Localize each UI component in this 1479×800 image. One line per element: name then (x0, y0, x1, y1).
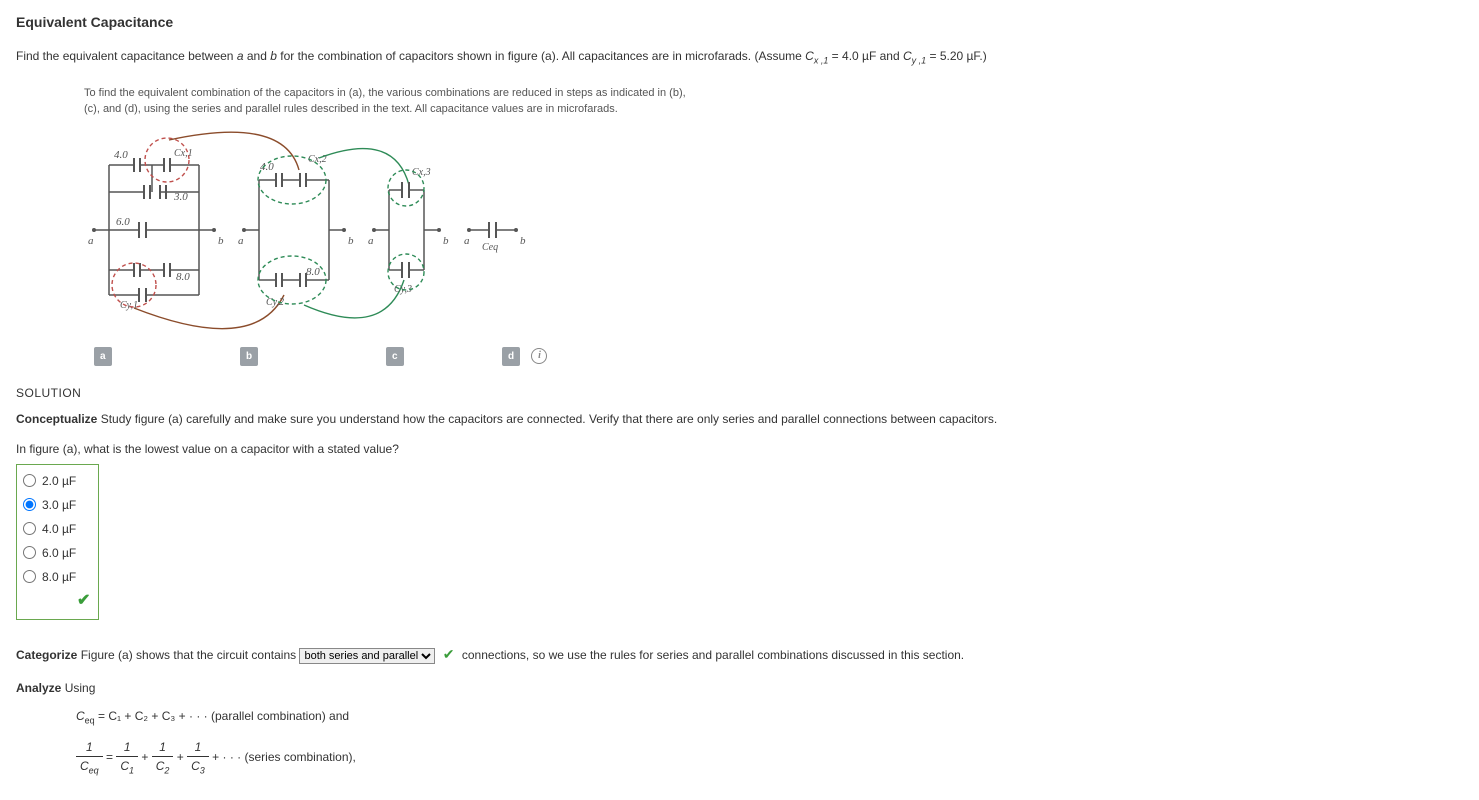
series-eq: 1Ceq = 1C1 + 1C2 + 1C3 + · · · (series c… (76, 738, 1463, 778)
option-1-label: 2.0 µF (42, 472, 76, 490)
conceptualize-label: Conceptualize (16, 412, 97, 426)
parallel-rhs: = C₁ + C₂ + C₃ + · · · (parallel combina… (95, 709, 349, 723)
figure-caption: To find the equivalent combination of th… (84, 86, 704, 118)
radio-3[interactable] (23, 522, 36, 535)
frac-1-c3: 1C3 (187, 738, 209, 778)
problem-lead: Find the equivalent capacitance between (16, 49, 237, 63)
term-a: a (237, 49, 244, 63)
check-icon: ✔ (21, 589, 90, 613)
option-4[interactable]: 6.0 µF (21, 541, 90, 565)
cap-6: 6.0 (116, 216, 130, 228)
parallel-eq: Ceq = C₁ + C₂ + C₃ + · · · (parallel com… (76, 707, 1463, 728)
page-title: Equivalent Capacitance (16, 12, 1463, 33)
radio-group: 2.0 µF 3.0 µF 4.0 µF 6.0 µF 8.0 µF ✔ (16, 464, 99, 620)
cy-sym: C (903, 49, 912, 63)
cap-ceq: Ceq (482, 242, 498, 253)
ceq-sub: eq (85, 715, 95, 725)
cy-sub: y ,1 (912, 55, 927, 65)
option-5-label: 8.0 µF (42, 568, 76, 586)
solution-head: SOLUTION (16, 384, 1463, 402)
option-1[interactable]: 2.0 µF (21, 469, 90, 493)
cap-4a: 4.0 (114, 149, 128, 161)
radio-2[interactable] (23, 498, 36, 511)
cap-8b: 8.0 (306, 266, 320, 278)
categorize-select[interactable]: both series and parallel (299, 648, 435, 664)
cx-val: = 4.0 µF and (828, 49, 903, 63)
option-4-label: 6.0 µF (42, 544, 76, 562)
categorize-line: Categorize Figure (a) shows that the cir… (16, 644, 1463, 665)
conceptualize-line: Conceptualize Study figure (a) carefully… (16, 410, 1463, 428)
figure-diagram: a b 4.0 (84, 130, 544, 340)
option-3[interactable]: 4.0 µF (21, 517, 90, 541)
problem-statement: Find the equivalent capacitance between … (16, 47, 1463, 68)
svg-text:a: a (238, 235, 244, 247)
question-1: In figure (a), what is the lowest value … (16, 440, 1463, 458)
figure-block: To find the equivalent combination of th… (84, 86, 704, 366)
problem-mid1: and (244, 49, 271, 63)
figure-label-row: a b c d i (84, 346, 704, 366)
conceptualize-text: Study figure (a) carefully and make sure… (97, 412, 997, 426)
fig-label-c: c (386, 347, 404, 366)
info-icon[interactable]: i (531, 348, 547, 364)
option-5[interactable]: 8.0 µF (21, 565, 90, 589)
fig-label-d: d (502, 347, 520, 366)
check-icon-inline: ✔ (443, 646, 455, 662)
option-3-label: 4.0 µF (42, 520, 76, 538)
term-a-label: a (88, 235, 94, 247)
cap-4b: 4.0 (260, 161, 274, 173)
option-2[interactable]: 3.0 µF (21, 493, 90, 517)
svg-text:b: b (520, 235, 526, 247)
cx-sym: C (805, 49, 814, 63)
analyze-line: Analyze Using (16, 679, 1463, 697)
fig-label-a: a (94, 347, 112, 366)
cap-cy1: Cy,1 (120, 300, 138, 311)
cy-val: = 5.20 µF.) (926, 49, 987, 63)
analyze-using: Using (61, 681, 95, 695)
cap-cx1: Cx,1 (174, 148, 193, 159)
option-2-label: 3.0 µF (42, 496, 76, 514)
svg-text:b: b (348, 235, 354, 247)
problem-mid2: for the combination of capacitors shown … (277, 49, 805, 63)
svg-text:a: a (368, 235, 374, 247)
fig-label-b: b (240, 347, 258, 366)
series-tail: + · · · (series combination), (212, 750, 356, 764)
radio-5[interactable] (23, 570, 36, 583)
svg-text:a: a (464, 235, 470, 247)
categorize-pre: Figure (a) shows that the circuit contai… (77, 648, 299, 662)
term-b: b (270, 49, 277, 63)
svg-text:b: b (443, 235, 449, 247)
frac-1-c1: 1C1 (116, 738, 138, 778)
cap-8: 8.0 (176, 271, 190, 283)
analyze-label: Analyze (16, 681, 61, 695)
categorize-label: Categorize (16, 648, 77, 662)
ceq-sym: C (76, 709, 85, 723)
radio-4[interactable] (23, 546, 36, 559)
equation-block: Ceq = C₁ + C₂ + C₃ + · · · (parallel com… (76, 707, 1463, 778)
term-b-label: b (218, 235, 224, 247)
frac-1-ceq: 1Ceq (76, 738, 103, 778)
radio-1[interactable] (23, 474, 36, 487)
frac-1-c2: 1C2 (152, 738, 174, 778)
cx-sub: x ,1 (814, 55, 829, 65)
categorize-post: connections, so we use the rules for ser… (462, 648, 964, 662)
cap-3: 3.0 (173, 191, 188, 203)
